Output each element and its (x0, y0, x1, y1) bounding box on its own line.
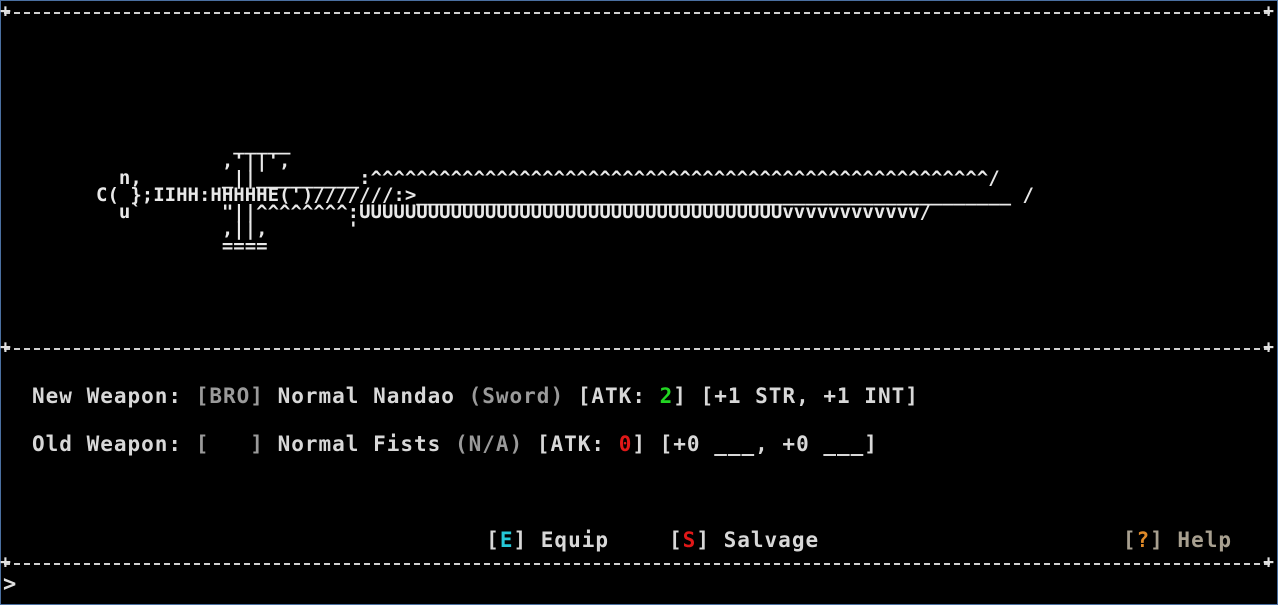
new-weapon-atk-value: 2 (659, 384, 674, 408)
equip-button[interactable]: [E] Equip (486, 528, 609, 552)
new-weapon-atk-open: [ATK: (564, 384, 660, 408)
old-weapon-atk-close: ] (632, 432, 646, 456)
new-weapon-bonuses: [+1 STR, +1 INT] (686, 384, 919, 408)
help-key: ? (1136, 528, 1151, 552)
equip-label: Equip (527, 528, 609, 552)
weapon-ascii-art: _____ ,'||', n, _||_________:^^^^^^^^^^^… (96, 133, 1034, 257)
old-weapon-line: Old Weapon: [ ] Normal Fists (N/A) [ATK:… (32, 432, 878, 456)
salvage-button[interactable]: [S] Salvage (669, 528, 819, 552)
help-bracket-open: [ (1122, 528, 1137, 552)
new-weapon-label: New Weapon: (32, 384, 196, 408)
old-weapon-type: (N/A) (454, 432, 524, 456)
old-weapon-name: Normal Fists (263, 432, 455, 456)
salvage-label: Salvage (709, 528, 820, 552)
old-weapon-atk-open: [ATK: (523, 432, 619, 456)
equip-key: E (499, 528, 514, 552)
new-weapon-line: New Weapon: [BRO] Normal Nandao (Sword) … (32, 384, 919, 408)
command-prompt[interactable]: > (3, 572, 16, 597)
new-weapon-tag: [BRO] (195, 384, 264, 408)
salvage-bracket-close: ] (696, 528, 710, 552)
equip-bracket-close: ] (513, 528, 528, 552)
top-divider (0, 1, 1274, 22)
new-weapon-atk-close: ] (673, 384, 687, 408)
action-bar: [E] Equip [S] Salvage (0, 504, 1278, 552)
salvage-bracket-open: [ (669, 528, 683, 552)
new-weapon-name: Normal Nandao (263, 384, 469, 408)
old-weapon-label: Old Weapon: (32, 432, 196, 456)
old-weapon-tag: [ ] (195, 432, 264, 456)
salvage-key: S (682, 528, 697, 552)
equip-bracket-open: [ (486, 528, 500, 552)
help-button[interactable]: [?] Help (1123, 528, 1232, 552)
bottom-divider (0, 552, 1274, 573)
help-bracket-close: ] (1150, 528, 1164, 552)
help-label: Help (1163, 528, 1232, 552)
new-weapon-type: (Sword) (468, 384, 565, 408)
old-weapon-bonuses: [+0 ___, +0 ___] (646, 432, 878, 456)
old-weapon-atk-value: 0 (618, 432, 633, 456)
middle-divider (0, 337, 1274, 358)
